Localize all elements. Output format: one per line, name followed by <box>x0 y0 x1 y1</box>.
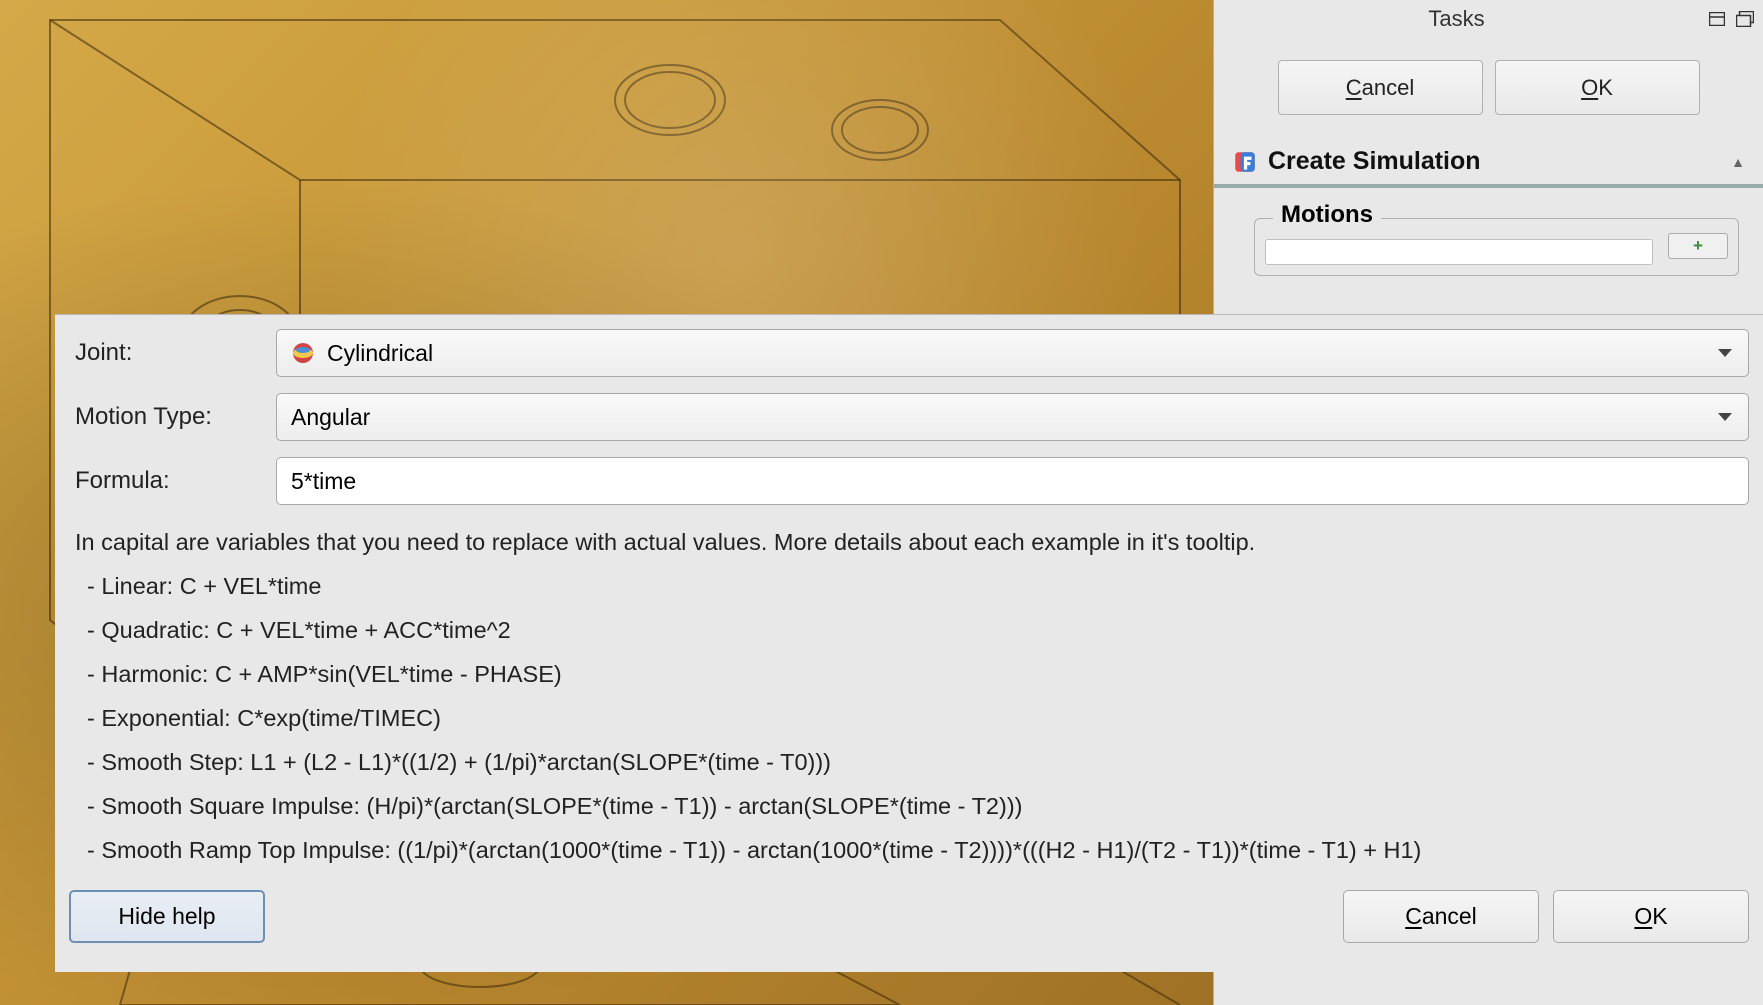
joint-value: Cylindrical <box>327 340 433 367</box>
joint-label: Joint: <box>69 339 276 367</box>
help-example: - Smooth Square Impulse: (H/pi)*(arctan(… <box>87 787 1743 825</box>
tasks-header: Tasks <box>1214 0 1763 38</box>
help-text: In capital are variables that you need t… <box>69 521 1749 878</box>
motion-type-label: Motion Type: <box>69 403 276 431</box>
motions-list[interactable] <box>1265 239 1653 265</box>
hide-help-button[interactable]: Hide help <box>69 890 265 943</box>
section-header[interactable]: Create Simulation ▲ <box>1214 143 1763 188</box>
detach-panel-button[interactable] <box>1735 10 1755 28</box>
dialog-ok-button[interactable]: OK <box>1553 890 1749 943</box>
ok-button[interactable]: OK <box>1495 60 1700 115</box>
motion-dialog: Joint: Cylindrical Motion Type: Angular … <box>55 314 1763 972</box>
cylindrical-joint-icon <box>291 341 315 365</box>
chevron-down-icon <box>1718 349 1732 357</box>
joint-select[interactable]: Cylindrical <box>276 329 1749 377</box>
help-example: - Quadratic: C + VEL*time + ACC*time^2 <box>87 611 1743 649</box>
tasks-title: Tasks <box>1214 6 1699 32</box>
formula-label: Formula: <box>69 467 276 495</box>
cancel-button[interactable]: Cancel <box>1278 60 1483 115</box>
motion-type-value: Angular <box>291 404 370 431</box>
motions-legend: Motions <box>1273 201 1381 229</box>
help-example: - Smooth Step: L1 + (L2 - L1)*((1/2) + (… <box>87 743 1743 781</box>
collapse-icon[interactable]: ▲ <box>1731 154 1745 170</box>
task-top-buttons: Cancel OK <box>1214 38 1763 143</box>
help-intro: In capital are variables that you need t… <box>75 523 1743 561</box>
motion-type-select[interactable]: Angular <box>276 393 1749 441</box>
app-logo-icon <box>1232 149 1258 175</box>
restore-panel-button[interactable] <box>1707 10 1727 28</box>
help-example: - Harmonic: C + AMP*sin(VEL*time - PHASE… <box>87 655 1743 693</box>
plus-icon: + <box>1693 236 1703 256</box>
section-title: Create Simulation <box>1268 147 1731 176</box>
help-example: - Linear: C + VEL*time <box>87 567 1743 605</box>
motions-group: Motions + <box>1254 218 1739 276</box>
help-example: - Exponential: C*exp(time/TIMEC) <box>87 699 1743 737</box>
add-motion-button[interactable]: + <box>1668 233 1728 259</box>
dialog-cancel-button[interactable]: Cancel <box>1343 890 1539 943</box>
chevron-down-icon <box>1718 413 1732 421</box>
help-example: - Smooth Ramp Top Impulse: ((1/pi)*(arct… <box>87 831 1743 869</box>
formula-input[interactable] <box>276 457 1749 505</box>
